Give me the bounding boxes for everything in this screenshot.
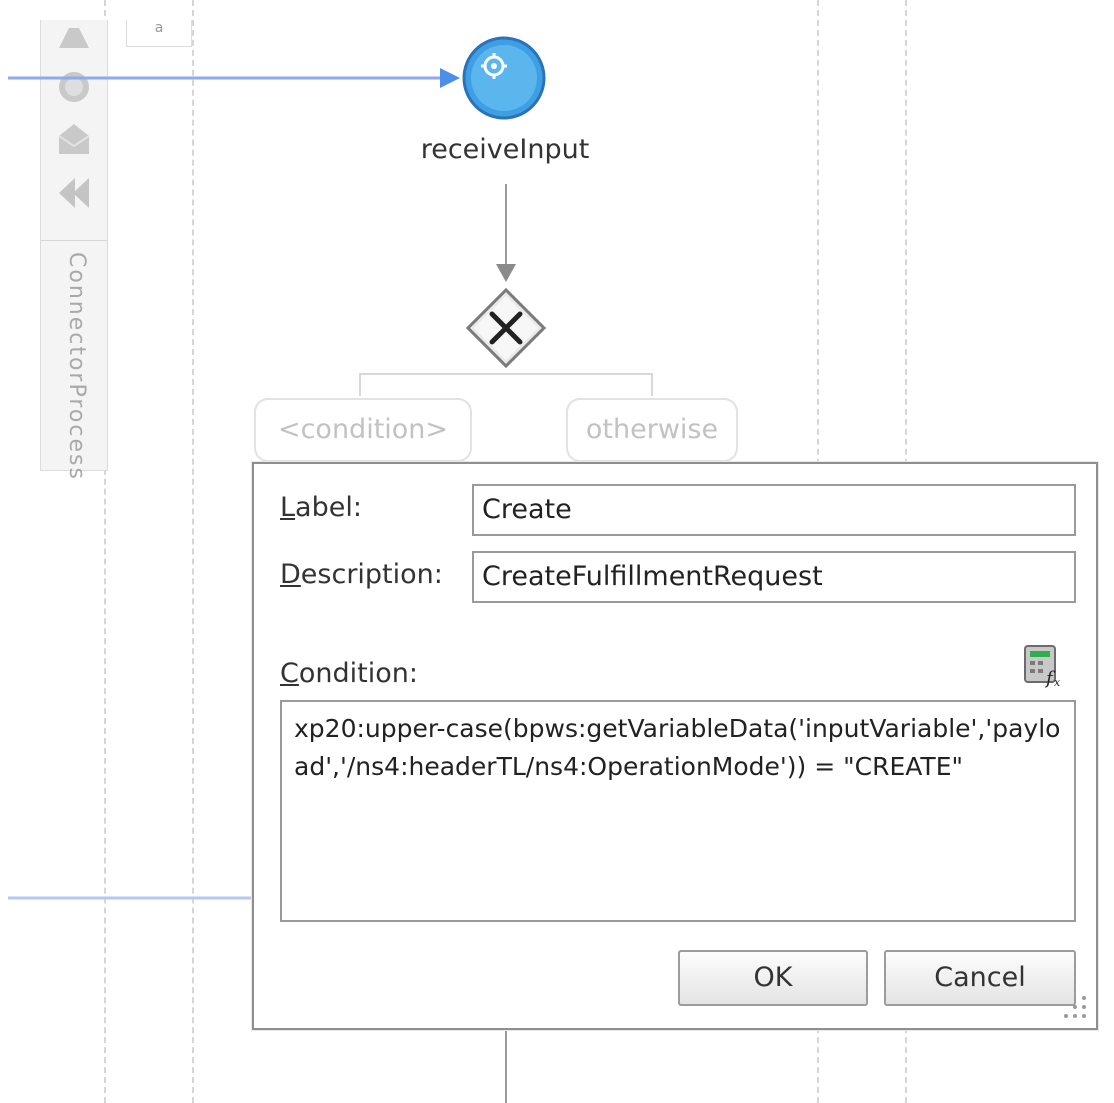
description-input[interactable]: CreateFulfillmentRequest — [472, 551, 1076, 603]
description-field-label: Description: — [280, 559, 443, 590]
ok-button[interactable]: OK — [678, 950, 868, 1006]
label-field-label: Label: — [280, 492, 362, 523]
exclusive-gateway[interactable] — [465, 287, 547, 369]
branch-bracket — [359, 373, 653, 396]
expression-builder-icon[interactable]: f x — [1022, 644, 1066, 688]
cancel-button[interactable]: Cancel — [884, 950, 1076, 1006]
branch-otherwise[interactable]: otherwise — [566, 398, 738, 462]
receive-input-label: receiveInput — [420, 134, 590, 165]
svg-text:x: x — [1054, 676, 1061, 688]
label-mnemonic: L — [280, 492, 296, 523]
resize-grip-icon[interactable] — [1060, 992, 1090, 1022]
branch-condition[interactable]: <condition> — [254, 398, 472, 462]
description-mnemonic: D — [280, 559, 301, 590]
bpel-process-canvas: a ConnectorProcess receiveInput <conditi… — [0, 0, 1114, 1103]
condition-field-label: Condition: — [280, 658, 418, 689]
label-text: abel: — [295, 492, 362, 523]
label-input[interactable]: Create — [472, 484, 1076, 536]
receive-input-node[interactable] — [462, 36, 546, 120]
description-text: escription: — [300, 559, 443, 590]
condition-expression-input[interactable]: xp20:upper-case(bpws:getVariableData('in… — [280, 700, 1076, 922]
condition-text: ondition: — [298, 658, 418, 689]
branch-condition-dialog: Label: Create Description: CreateFulfill… — [252, 462, 1098, 1030]
connector-arrowhead — [496, 264, 516, 282]
condition-mnemonic: C — [280, 658, 299, 689]
connector-arrowhead — [440, 68, 460, 88]
